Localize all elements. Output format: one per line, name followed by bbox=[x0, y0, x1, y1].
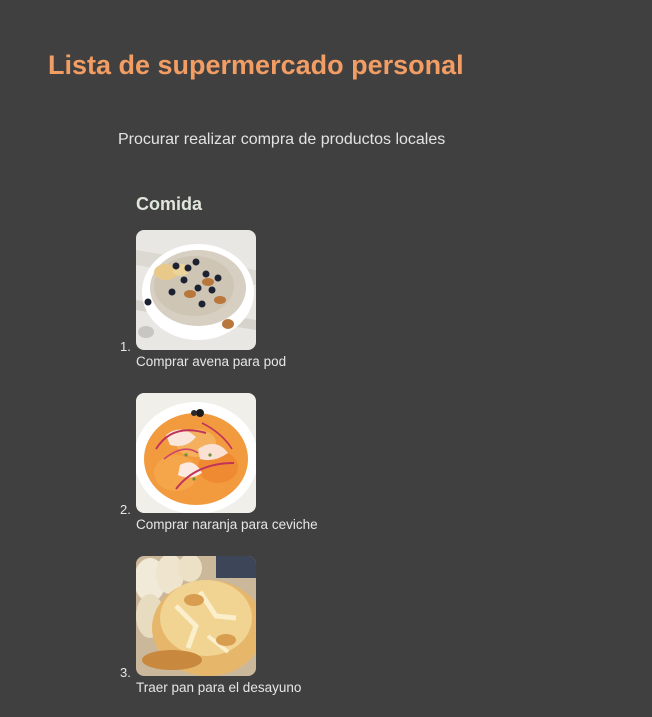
list-item-number: 1. bbox=[120, 339, 131, 354]
list-item: 2. Comprar naranja para ceviche bbox=[0, 393, 652, 543]
list-item-caption: Comprar avena para pod bbox=[136, 354, 287, 369]
section-title: Comida bbox=[136, 194, 203, 214]
list-item: 3. Traer pan para el desayuno bbox=[0, 556, 652, 706]
list-item-caption: Comprar naranja para ceviche bbox=[136, 517, 318, 532]
page-title: Lista de supermercado personal bbox=[48, 50, 464, 80]
list-item-caption: Traer pan para el desayuno bbox=[136, 680, 302, 695]
orange-ceviche-image bbox=[136, 393, 256, 513]
page-subtitle: Procurar realizar compra de productos lo… bbox=[118, 131, 446, 148]
list-item-number: 3. bbox=[120, 665, 131, 680]
bread-loaf-image bbox=[136, 556, 256, 676]
list-item-number: 2. bbox=[120, 502, 131, 517]
list-item: 1. Comprar avena para pod bbox=[0, 230, 652, 380]
oatmeal-bowl-image bbox=[136, 230, 256, 350]
